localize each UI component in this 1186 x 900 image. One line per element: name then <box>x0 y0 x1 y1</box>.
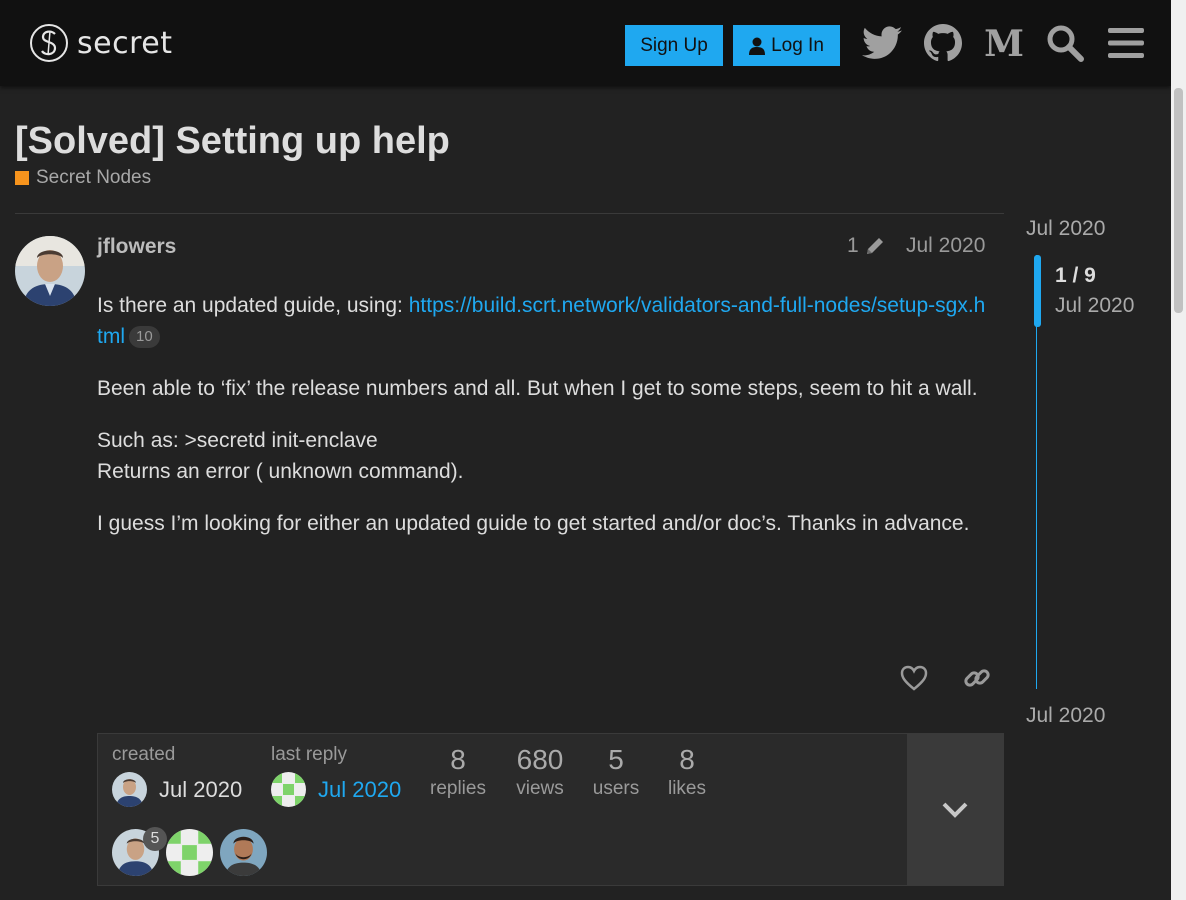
page-scrollbar[interactable] <box>1171 0 1186 900</box>
share-link-button[interactable] <box>959 660 995 696</box>
like-button[interactable] <box>896 660 932 696</box>
search-icon[interactable] <box>1044 22 1086 64</box>
chevron-down-icon <box>942 802 968 818</box>
link-icon <box>964 669 990 687</box>
users-count: 5 <box>608 744 624 775</box>
category-link[interactable]: Secret Nodes <box>15 167 151 189</box>
post-body: Is there an updated guide, using: https:… <box>97 290 987 560</box>
twitter-icon[interactable] <box>861 22 903 64</box>
user-icon <box>749 37 766 55</box>
category-color-swatch <box>15 171 29 185</box>
link-click-count: 10 <box>129 326 160 348</box>
users-stat: 5 users <box>586 744 646 800</box>
sign-up-button[interactable]: Sign Up <box>625 25 723 66</box>
topic-map: created Jul 2020 last reply Jul 2020 8 r… <box>97 733 1004 886</box>
replies-count: 8 <box>450 744 466 775</box>
timeline-position: 1 / 9 <box>1055 264 1096 287</box>
likes-label: likes <box>667 778 706 799</box>
scrollbar-thumb[interactable] <box>1174 88 1183 313</box>
participant-avatar[interactable] <box>220 829 267 876</box>
likes-stat: 8 likes <box>657 744 717 800</box>
avatar[interactable] <box>271 772 306 807</box>
created-label: created <box>112 744 176 765</box>
post-text: Such as: >secretd init-enclave <box>97 429 378 452</box>
avatar[interactable] <box>112 772 147 807</box>
replies-label: replies <box>430 778 486 799</box>
logo-text: secret <box>77 25 173 61</box>
site-header: secret Sign Up Log In M <box>0 0 1171 86</box>
post-text: Is there an updated guide, using: <box>97 294 409 317</box>
log-in-button[interactable]: Log In <box>733 25 840 66</box>
views-label: views <box>516 778 564 799</box>
post-paragraph: I guess I’m looking for either an update… <box>97 512 970 535</box>
likes-count: 8 <box>679 744 695 775</box>
title-divider <box>15 213 1004 214</box>
menu-icon[interactable] <box>1105 22 1147 64</box>
edit-history[interactable]: 1 <box>847 234 885 258</box>
timeline-scroll-handle[interactable] <box>1034 255 1041 327</box>
pencil-icon <box>866 238 883 254</box>
views-stat: 680 views <box>510 744 570 800</box>
timeline-position-date: Jul 2020 <box>1055 294 1135 317</box>
avatar[interactable] <box>15 236 85 306</box>
secret-logo-icon <box>30 24 68 62</box>
last-reply-info[interactable]: last reply Jul 2020 <box>271 744 401 807</box>
last-reply-date[interactable]: Jul 2020 <box>318 777 401 803</box>
timeline-start-date[interactable]: Jul 2020 <box>1026 217 1105 241</box>
timeline-end-date[interactable]: Jul 2020 <box>1026 704 1105 728</box>
created-info: created Jul 2020 <box>112 744 242 807</box>
svg-text:M: M <box>984 26 1024 60</box>
post-date[interactable]: Jul 2020 <box>906 234 985 258</box>
post-paragraph: Is there an updated guide, using: https:… <box>97 290 987 352</box>
created-date: Jul 2020 <box>159 776 243 802</box>
views-count: 680 <box>516 744 564 775</box>
edit-count: 1 <box>847 234 859 257</box>
category-name: Secret Nodes <box>36 167 152 188</box>
post-paragraph: Been able to ‘fix’ the release numbers a… <box>97 377 978 400</box>
github-icon[interactable] <box>922 22 964 64</box>
post-paragraph: Such as: >secretd init-enclave Returns a… <box>97 425 987 487</box>
participant-post-count: 5 <box>143 827 167 851</box>
expand-topic-map-button[interactable] <box>907 734 1003 885</box>
heart-icon <box>900 665 928 691</box>
post-text: Returns an error ( unknown command). <box>97 460 464 483</box>
topic-title[interactable]: [Solved] Setting up help <box>15 120 450 163</box>
last-reply-label: last reply <box>271 744 348 765</box>
post-username[interactable]: jflowers <box>97 235 176 259</box>
participant-avatar[interactable] <box>166 829 213 876</box>
replies-stat: 8 replies <box>428 744 488 800</box>
users-label: users <box>592 778 640 799</box>
log-in-label: Log In <box>771 34 824 56</box>
medium-icon[interactable]: M <box>983 22 1025 64</box>
site-logo[interactable]: secret <box>30 24 172 62</box>
